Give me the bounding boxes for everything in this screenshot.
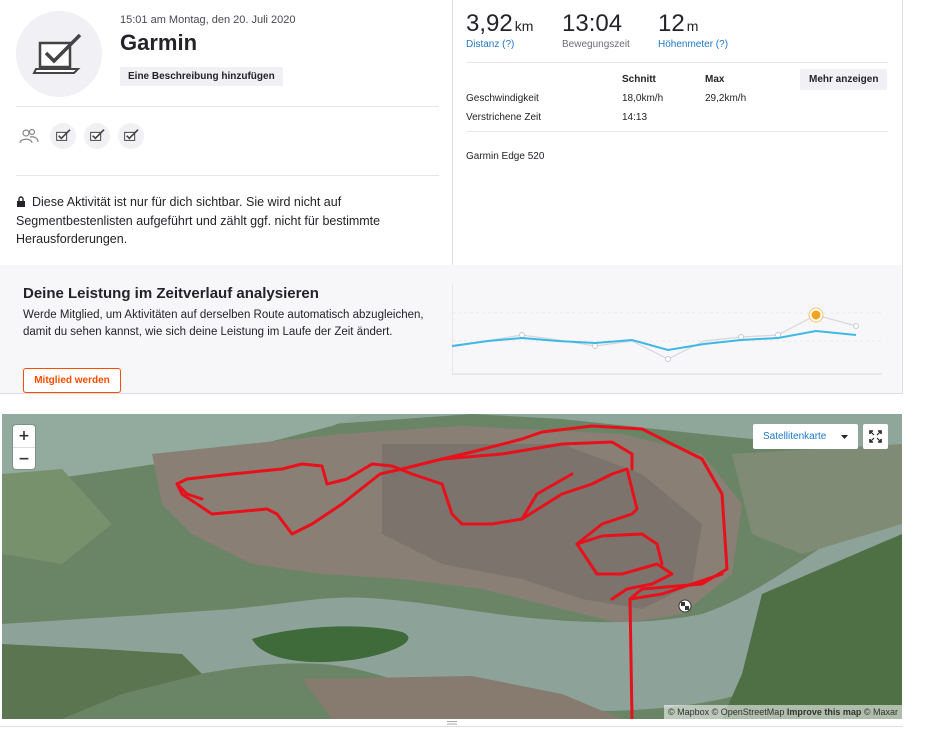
add-description-button[interactable]: Eine Beschreibung hinzufügen <box>120 67 283 86</box>
map-layer-select[interactable]: Satellitenkarte <box>753 424 858 449</box>
performance-sparkline <box>452 283 882 375</box>
row-avg: 18,0km/h <box>622 93 664 104</box>
finish-flag-icon[interactable] <box>678 599 692 613</box>
stat-distance-unit: km <box>514 18 534 34</box>
chart-point <box>592 343 598 349</box>
row-label: Geschwindigkeit <box>466 93 539 104</box>
activity-route <box>175 424 729 719</box>
athlete-avatar[interactable] <box>50 123 76 149</box>
show-more-button[interactable]: Mehr anzeigen <box>800 69 888 90</box>
map-layer-label: Satellitenkarte <box>763 431 827 442</box>
map-attribution: © Mapbox © OpenStreetMap Improve this ma… <box>664 705 902 719</box>
zoom-out-button[interactable]: − <box>13 447 35 469</box>
row-max: 29,2km/h <box>705 93 747 104</box>
activity-title[interactable]: Garmin <box>120 30 197 56</box>
divider <box>0 726 903 727</box>
chart-point <box>853 323 859 329</box>
performance-text: Werde Mitglied, um Aktivitäten auf derse… <box>23 309 424 338</box>
stat-elevation-unit: m <box>686 18 699 34</box>
expand-icon <box>869 430 882 443</box>
header-avg: Schnitt <box>622 74 656 85</box>
header-max: Max <box>705 74 725 85</box>
stat-distance-label[interactable]: Distanz (?) <box>466 39 542 50</box>
stat-elevation: 12 m Höhenmeter (?) <box>658 10 728 50</box>
zoom-in-button[interactable]: + <box>13 425 35 447</box>
performance-upsell: Deine Leistung im Zeitverlauf analysiere… <box>0 265 903 394</box>
garmin-checkmark-icon <box>124 129 139 141</box>
garmin-checkmark-icon <box>90 129 105 141</box>
chart-point <box>665 356 671 362</box>
activity-date: 15:01 am Montag, den 20. Juli 2020 <box>120 14 296 26</box>
comparison-line <box>452 314 857 360</box>
stat-moving-time-label: Bewegungszeit <box>562 39 630 50</box>
row-label: Verstrichene Zeit <box>466 112 542 123</box>
attribution-prefix[interactable]: © Mapbox © OpenStreetMap <box>668 707 787 717</box>
table-row: Geschwindigkeit 18,0km/h 29,2km/h <box>466 89 765 108</box>
activity-stats: 3,92 km Distanz (?) 13:04 Bewegungszeit 1… <box>454 0 903 265</box>
stat-moving-time: 13:04 Bewegungszeit <box>562 10 638 50</box>
zoom-controls: + − <box>13 425 35 469</box>
garmin-checkmark-icon <box>32 33 82 74</box>
activity-summary-panel: 15:01 am Montag, den 20. Juli 2020 Garmi… <box>0 0 903 265</box>
stat-distance-value: 3,92 <box>466 10 513 37</box>
fullscreen-button[interactable] <box>863 424 888 449</box>
group-users-icon[interactable] <box>16 123 42 149</box>
lock-icon <box>16 194 28 212</box>
improve-map-link[interactable]: Improve this map <box>787 707 862 717</box>
attribution-suffix[interactable]: © Maxar <box>861 707 898 717</box>
activity-header: 15:01 am Montag, den 20. Juli 2020 Garmi… <box>0 0 453 265</box>
chart-point <box>738 334 744 340</box>
details-table: Schnitt Max Geschwindigkeit 18,0km/h 29,… <box>466 70 765 127</box>
athlete-avatar[interactable] <box>84 123 110 149</box>
privacy-text: Diese Aktivität ist nur für dich sichtba… <box>16 195 381 246</box>
table-row: Verstrichene Zeit 14:13 <box>466 108 765 127</box>
stat-elevation-label[interactable]: Höhenmeter (?) <box>658 39 728 50</box>
details-header-row: Schnitt Max <box>466 70 765 89</box>
become-member-button[interactable]: Mitglied werden <box>23 368 121 393</box>
device-name: Garmin Edge 520 <box>466 151 545 162</box>
route-map[interactable]: + − Satellitenkarte © Mapbox © OpenStree… <box>2 414 902 719</box>
chart-point <box>519 332 525 338</box>
divider <box>466 62 888 63</box>
athlete-avatar[interactable] <box>118 123 144 149</box>
divider <box>466 131 888 132</box>
stat-moving-time-value: 13:04 <box>562 10 623 37</box>
divider <box>16 175 439 176</box>
performance-title: Deine Leistung im Zeitverlauf analysiere… <box>23 285 319 302</box>
stat-distance: 3,92 km Distanz (?) <box>466 10 542 50</box>
primary-stats: 3,92 km Distanz (?) 13:04 Bewegungszeit 1… <box>466 10 748 50</box>
divider <box>16 106 439 107</box>
athlete-list <box>16 123 144 149</box>
caret-down-icon <box>841 431 848 442</box>
current-activity-point[interactable] <box>809 308 823 322</box>
privacy-notice: Diese Aktivität ist nur für dich sichtba… <box>16 193 426 248</box>
stat-elevation-value: 12 <box>658 10 685 37</box>
row-avg: 14:13 <box>622 112 648 123</box>
garmin-device-avatar[interactable] <box>16 11 102 97</box>
garmin-checkmark-icon <box>56 129 71 141</box>
